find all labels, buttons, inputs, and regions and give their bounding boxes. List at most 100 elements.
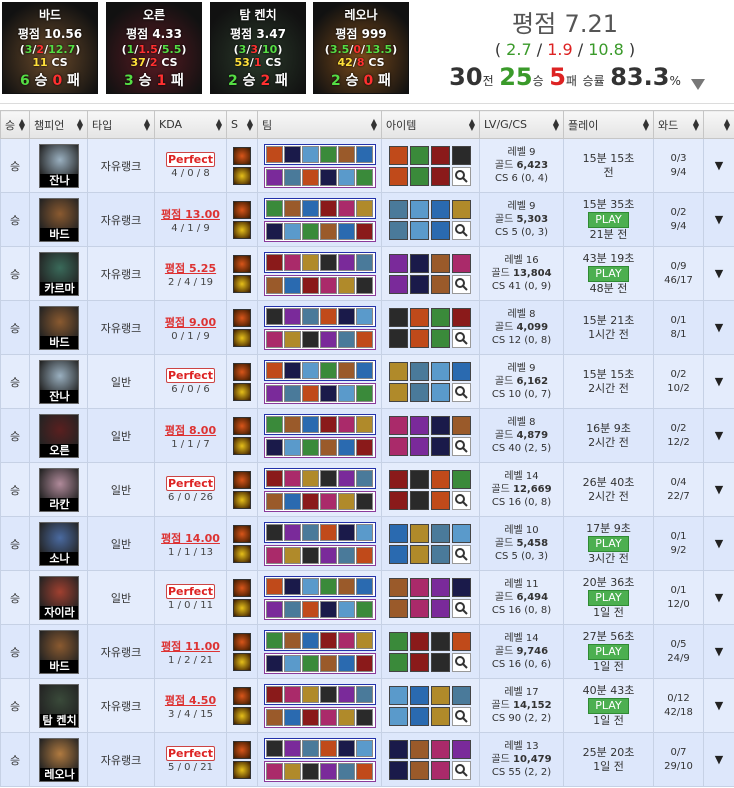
team-champion-icon[interactable] bbox=[265, 384, 283, 402]
item-search-icon[interactable] bbox=[451, 706, 471, 726]
item-search-icon[interactable] bbox=[451, 166, 471, 186]
team-champion-icon[interactable] bbox=[319, 708, 337, 726]
item-icon[interactable] bbox=[451, 739, 471, 759]
team-champion-icon[interactable] bbox=[301, 438, 319, 456]
team-champion-icon[interactable] bbox=[337, 384, 355, 402]
team-champion-icon[interactable] bbox=[355, 199, 373, 217]
team-champion-icon[interactable] bbox=[283, 307, 301, 325]
team-champion-icon[interactable] bbox=[283, 361, 301, 379]
team-champion-icon[interactable] bbox=[283, 168, 301, 186]
item-icon[interactable] bbox=[409, 469, 429, 489]
item-search-icon[interactable] bbox=[451, 274, 471, 294]
item-icon[interactable] bbox=[430, 415, 450, 435]
item-icon[interactable] bbox=[388, 652, 408, 672]
champion-cell[interactable]: 탐 켄치 bbox=[29, 678, 88, 733]
team-champion-icon[interactable] bbox=[355, 685, 373, 703]
champion-cell[interactable]: 레오나 bbox=[29, 732, 88, 787]
team-champion-icon[interactable] bbox=[355, 253, 373, 271]
item-icon[interactable] bbox=[409, 544, 429, 564]
item-icon[interactable] bbox=[409, 274, 429, 294]
team-champion-icon[interactable] bbox=[319, 492, 337, 510]
item-icon[interactable] bbox=[409, 307, 429, 327]
champion-portrait[interactable]: 바드 bbox=[38, 629, 79, 674]
item-icon[interactable] bbox=[388, 436, 408, 456]
team-champion-icon[interactable] bbox=[319, 631, 337, 649]
team-champion-icon[interactable] bbox=[301, 631, 319, 649]
expand-row-icon[interactable]: ▼ bbox=[715, 429, 723, 442]
team-champion-icon[interactable] bbox=[355, 330, 373, 348]
team-champion-icon[interactable] bbox=[355, 222, 373, 240]
item-icon[interactable] bbox=[409, 685, 429, 705]
team-champion-icon[interactable] bbox=[265, 276, 283, 294]
team-champion-icon[interactable] bbox=[301, 222, 319, 240]
item-icon[interactable] bbox=[388, 220, 408, 240]
item-icon[interactable] bbox=[451, 253, 471, 273]
item-icon[interactable] bbox=[388, 307, 408, 327]
champion-portrait[interactable]: 라칸 bbox=[38, 467, 79, 512]
header-sort[interactable]: 아이템 ▲ ▼ bbox=[381, 110, 480, 139]
team-champion-icon[interactable] bbox=[355, 469, 373, 487]
team-champion-icon[interactable] bbox=[283, 577, 301, 595]
champion-portrait[interactable]: 잔나 bbox=[38, 359, 79, 404]
item-icon[interactable] bbox=[430, 652, 450, 672]
team-champion-icon[interactable] bbox=[337, 600, 355, 618]
kda-rating-link[interactable]: 평점 11.00 bbox=[161, 640, 220, 653]
team-champion-icon[interactable] bbox=[355, 361, 373, 379]
item-icon[interactable] bbox=[451, 469, 471, 489]
item-icon[interactable] bbox=[451, 577, 471, 597]
team-champion-icon[interactable] bbox=[355, 438, 373, 456]
item-icon[interactable] bbox=[430, 631, 450, 651]
item-icon[interactable] bbox=[409, 328, 429, 348]
team-champion-icon[interactable] bbox=[265, 438, 283, 456]
item-icon[interactable] bbox=[430, 739, 450, 759]
champion-portrait[interactable]: 레오나 bbox=[38, 737, 79, 782]
item-icon[interactable] bbox=[409, 436, 429, 456]
team-champion-icon[interactable] bbox=[337, 168, 355, 186]
team-champion-icon[interactable] bbox=[265, 222, 283, 240]
item-icon[interactable] bbox=[388, 328, 408, 348]
item-search-icon[interactable] bbox=[451, 652, 471, 672]
item-icon[interactable] bbox=[451, 199, 471, 219]
item-search-icon[interactable] bbox=[451, 760, 471, 780]
expand-row-icon[interactable]: ▼ bbox=[715, 159, 723, 172]
team-champion-icon[interactable] bbox=[355, 654, 373, 672]
team-champion-icon[interactable] bbox=[319, 199, 337, 217]
team-champion-icon[interactable] bbox=[337, 361, 355, 379]
team-champion-icon[interactable] bbox=[355, 492, 373, 510]
team-champion-icon[interactable] bbox=[283, 492, 301, 510]
team-champion-icon[interactable] bbox=[301, 577, 319, 595]
expand-cell[interactable]: ▼ bbox=[703, 138, 734, 193]
team-champion-icon[interactable] bbox=[355, 168, 373, 186]
team-champion-icon[interactable] bbox=[301, 307, 319, 325]
expand-summary-icon[interactable] bbox=[691, 79, 705, 90]
item-icon[interactable] bbox=[409, 166, 429, 186]
kda-rating-link[interactable]: 평점 4.50 bbox=[165, 694, 216, 707]
team-champion-icon[interactable] bbox=[355, 415, 373, 433]
item-icon[interactable] bbox=[409, 652, 429, 672]
item-search-icon[interactable] bbox=[451, 382, 471, 402]
team-champion-icon[interactable] bbox=[337, 708, 355, 726]
team-champion-icon[interactable] bbox=[337, 145, 355, 163]
team-champion-icon[interactable] bbox=[265, 577, 283, 595]
team-champion-icon[interactable] bbox=[337, 469, 355, 487]
team-champion-icon[interactable] bbox=[283, 708, 301, 726]
team-champion-icon[interactable] bbox=[355, 546, 373, 564]
item-icon[interactable] bbox=[430, 490, 450, 510]
champion-card[interactable]: 탐 켄치 평점 3.47 (3/3/10) 53/1 CS 2 승 2 패 bbox=[210, 2, 306, 94]
item-icon[interactable] bbox=[430, 706, 450, 726]
team-champion-icon[interactable] bbox=[319, 222, 337, 240]
item-icon[interactable] bbox=[451, 361, 471, 381]
item-icon[interactable] bbox=[388, 145, 408, 165]
team-champion-icon[interactable] bbox=[337, 762, 355, 780]
expand-cell[interactable]: ▼ bbox=[703, 678, 734, 733]
champion-portrait[interactable]: 자이라 bbox=[38, 575, 79, 620]
team-champion-icon[interactable] bbox=[319, 600, 337, 618]
team-champion-icon[interactable] bbox=[283, 276, 301, 294]
team-champion-icon[interactable] bbox=[301, 168, 319, 186]
play-replay-button[interactable]: PLAY bbox=[588, 211, 629, 228]
team-champion-icon[interactable] bbox=[265, 685, 283, 703]
kda-rating-link[interactable]: 평점 5.25 bbox=[165, 262, 216, 275]
champion-portrait[interactable]: 바드 bbox=[38, 305, 79, 350]
header-sort[interactable]: 플레이 ▲ ▼ bbox=[563, 110, 654, 139]
header-sort[interactable]: 승 ▲ ▼ bbox=[0, 110, 30, 139]
